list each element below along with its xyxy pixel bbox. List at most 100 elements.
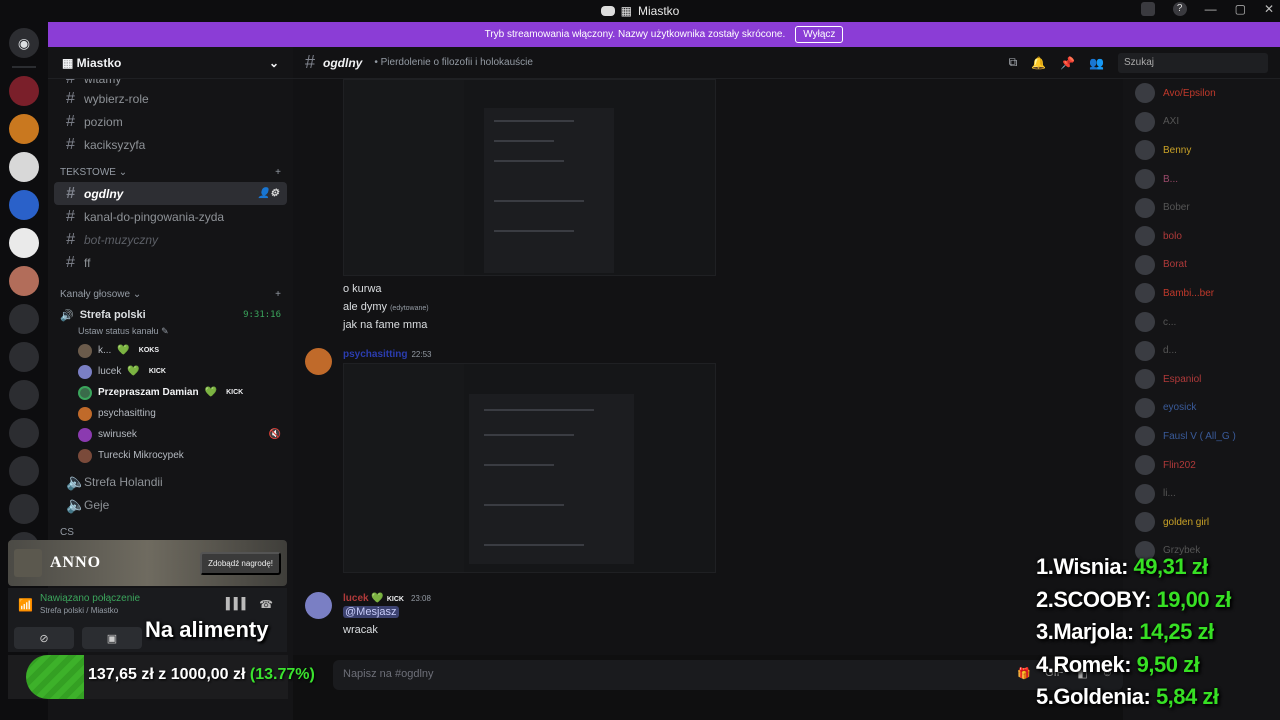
gift-icon[interactable]: 🎁 <box>1017 667 1031 680</box>
member-item[interactable]: Espaniol <box>1123 365 1280 394</box>
member-item[interactable]: li... <box>1123 479 1280 508</box>
member-item[interactable]: d... <box>1123 336 1280 365</box>
avatar <box>1135 340 1155 361</box>
threads-icon[interactable]: ⧉ <box>1009 55 1018 70</box>
channel-wybierz-role[interactable]: # wybierz-role <box>54 87 287 110</box>
channel-poziom[interactable]: # poziom <box>54 110 287 133</box>
camera-off-icon[interactable]: ⊘ <box>14 627 74 649</box>
member-item[interactable]: Fausl V ( All_G ) <box>1123 422 1280 451</box>
leaderboard-rank: 3. <box>1036 619 1054 644</box>
screen-share-icon[interactable]: ▣ <box>82 627 142 649</box>
add-channel-icon[interactable]: + <box>275 167 281 178</box>
channel-kaciksyzyfa[interactable]: # kaciksyzyfa <box>54 133 287 156</box>
voice-user[interactable]: k... 💚 KOKS <box>48 340 293 361</box>
channel-kanal-do-pingowania-zyda[interactable]: # kanal-do-pingowania-zyda <box>54 205 287 228</box>
bell-icon[interactable]: 🔔 <box>1031 56 1046 70</box>
heart-icon: 💚 <box>204 387 218 398</box>
pin-icon[interactable]: 📌 <box>1060 56 1075 70</box>
leaderboard-name: Goldenia: <box>1053 684 1151 709</box>
disconnect-icon[interactable]: ☎ <box>259 598 273 611</box>
help-icon[interactable]: ? <box>1172 2 1187 16</box>
member-name: Borat <box>1163 259 1187 271</box>
member-item[interactable]: Flin202 <box>1123 451 1280 480</box>
member-item[interactable]: AXI <box>1123 108 1280 137</box>
server-folder-icon[interactable] <box>9 380 39 410</box>
server-icon[interactable] <box>9 114 39 144</box>
member-item[interactable]: Avo/Epsilon <box>1123 79 1280 108</box>
message-author[interactable]: psychasitting 22:53 <box>343 349 432 360</box>
member-name: Espaniol <box>1163 373 1202 385</box>
member-item[interactable]: Benny <box>1123 136 1280 165</box>
server-folder-icon[interactable] <box>9 456 39 486</box>
voice-status[interactable]: Ustaw status kanału ✎ <box>48 326 293 340</box>
channel-ogdlny[interactable]: # ogdlny 👤⚙ <box>54 182 287 205</box>
add-channel-icon[interactable]: + <box>275 289 281 300</box>
leaderboard-rank: 2. <box>1036 586 1054 612</box>
message-list[interactable]: o kurwa ale dymy (edytowane) jak na fame… <box>293 79 1123 655</box>
avatar[interactable] <box>305 592 332 619</box>
server-icon[interactable] <box>9 76 39 106</box>
member-name: Flin202 <box>1163 459 1196 471</box>
discord-home-icon[interactable]: ◉ <box>9 28 39 58</box>
voice-user[interactable]: Przepraszam Damian 💚 KICK <box>48 382 293 403</box>
disable-streamer-mode-button[interactable]: Wyłącz <box>795 26 844 43</box>
guild-header[interactable]: ▦ Miastko ⌄ <box>48 47 293 79</box>
inbox-icon[interactable] <box>1140 2 1155 16</box>
minimize-button[interactable]: — <box>1205 2 1217 16</box>
message-input[interactable]: Napisz na #ogdlny 🎁 GIF ◧ ☺ <box>333 660 1123 690</box>
voice-channel-geje[interactable]: 🔈 Geje <box>54 493 287 516</box>
category-text[interactable]: TEKSTOWE ⌄ + <box>48 162 293 182</box>
member-name: li... <box>1163 488 1176 500</box>
member-item[interactable]: golden girl <box>1123 508 1280 537</box>
server-icon[interactable] <box>9 152 39 182</box>
server-icon[interactable] <box>9 266 39 296</box>
channel-witamy[interactable]: #witamy <box>54 79 287 87</box>
member-item[interactable]: Borat <box>1123 251 1280 280</box>
voice-user[interactable]: psychasitting <box>48 403 293 424</box>
leaderboard-rank: 5. <box>1036 684 1054 709</box>
server-icon[interactable] <box>9 190 39 220</box>
voice-user[interactable]: lucek 💚 KICK <box>48 361 293 382</box>
message-author[interactable]: lucek 💚 KICK 23:08 <box>343 593 431 604</box>
member-item[interactable]: bolo <box>1123 222 1280 251</box>
member-name: B... <box>1163 173 1179 185</box>
heart-icon: 💚 <box>127 366 140 377</box>
voice-channel-strefa-polski[interactable]: 🔊 Strefa polski 9:31:16 <box>48 304 293 326</box>
voice-user[interactable]: Turecki Mikrocypek <box>48 445 293 466</box>
close-button[interactable]: ✕ <box>1264 2 1274 16</box>
image-attachment[interactable] <box>343 79 716 276</box>
member-item[interactable]: c... <box>1123 308 1280 337</box>
channel-bot-muzyczny[interactable]: # bot-muzyczny <box>54 228 287 251</box>
category-bottom[interactable]: CS <box>48 522 293 542</box>
server-folder-icon[interactable] <box>9 304 39 334</box>
user-mention[interactable]: @Mesjasz <box>343 606 399 618</box>
invite-settings-icon[interactable]: 👤⚙ <box>258 188 279 199</box>
member-item[interactable]: eyosick <box>1123 394 1280 423</box>
maximize-button[interactable]: ▢ <box>1235 2 1246 16</box>
server-folder-icon[interactable] <box>9 342 39 372</box>
image-attachment[interactable] <box>343 363 716 573</box>
category-voice[interactable]: Kanały głosowe ⌄ + <box>48 284 293 304</box>
member-item[interactable]: Bober <box>1123 193 1280 222</box>
avatar <box>1135 512 1155 533</box>
claim-reward-button[interactable]: Zdobądź nagrodę! <box>200 551 281 575</box>
avatar <box>78 406 92 421</box>
noise-suppression-icon[interactable]: ▌▌▌ <box>226 598 249 611</box>
leaderboard-name: SCOOBY: <box>1053 586 1151 612</box>
avatar[interactable] <box>305 348 332 375</box>
member-item[interactable]: Bambi...ber <box>1123 279 1280 308</box>
search-input[interactable]: Szukaj <box>1118 52 1268 73</box>
server-icon[interactable] <box>9 228 39 258</box>
channel-topic[interactable]: • Pierdolenie o filozofii i holokauście <box>374 57 533 68</box>
leaderboard-row: 5.Goldenia: 5,84 zł <box>1036 681 1231 714</box>
channel-ff[interactable]: # ff <box>54 251 287 274</box>
avatar <box>1135 397 1155 418</box>
leaderboard-name: Romek: <box>1053 651 1132 677</box>
voice-channel-strefa-holandii[interactable]: 🔈 Strefa Holandii <box>54 470 287 493</box>
member-list-icon[interactable]: 👥 <box>1089 56 1104 70</box>
voice-user[interactable]: swirusek 🔇 <box>48 424 293 445</box>
server-folder-icon[interactable] <box>9 418 39 448</box>
member-item[interactable]: B... <box>1123 165 1280 194</box>
server-folder-icon[interactable] <box>9 494 39 524</box>
avatar <box>1135 197 1155 218</box>
